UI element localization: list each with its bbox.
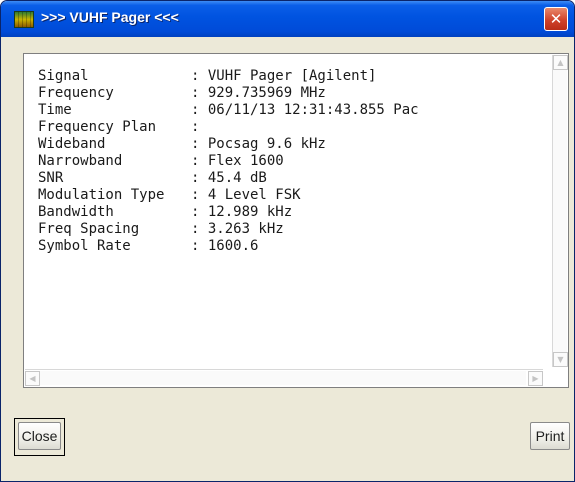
arrow-up-icon[interactable]: ▲	[553, 55, 568, 70]
vertical-scroll-track[interactable]	[553, 70, 567, 352]
info-value: : 1600.6	[191, 238, 259, 254]
info-row-bandwidth: Bandwidth : 12.989 kHz	[38, 204, 419, 221]
close-button[interactable]: Close	[18, 422, 61, 450]
close-icon[interactable]: ✕	[544, 7, 568, 31]
info-row-wideband: Wideband : Pocsag 9.6 kHz	[38, 136, 419, 153]
info-row-frequency: Frequency : 929.735969 MHz	[38, 85, 419, 102]
info-row-freq-spacing: Freq Spacing : 3.263 kHz	[38, 221, 419, 238]
info-row-snr: SNR : 45.4 dB	[38, 170, 419, 187]
arrow-left-icon[interactable]: ◀	[25, 371, 40, 386]
info-row-time: Time : 06/11/13 12:31:43.855 Pac	[38, 102, 419, 119]
info-row-modulation-type: Modulation Type : 4 Level FSK	[38, 187, 419, 204]
scrollbar-corner	[552, 369, 567, 386]
info-value: : 06/11/13 12:31:43.855 Pac	[191, 102, 419, 118]
info-label: Modulation Type	[38, 187, 165, 203]
info-value: : 45.4 dB	[191, 170, 267, 186]
dialog-window: >>> VUHF Pager <<< ✕ Signal : VUHF Pager …	[0, 0, 575, 482]
info-label: SNR	[38, 170, 64, 186]
arrow-right-icon[interactable]: ▶	[528, 371, 543, 386]
info-label: Wideband	[38, 136, 106, 152]
info-label: Bandwidth	[38, 204, 114, 220]
info-value: : 3.263 kHz	[191, 221, 284, 237]
info-value: : Flex 1600	[191, 153, 284, 169]
info-label: Time	[38, 102, 72, 118]
info-value: : VUHF Pager [Agilent]	[191, 68, 377, 84]
info-row-symbol-rate: Symbol Rate : 1600.6	[38, 238, 419, 255]
info-label: Frequency Plan	[38, 119, 157, 135]
window-title: >>> VUHF Pager <<<	[41, 9, 179, 25]
info-label: Symbol Rate	[38, 238, 131, 254]
info-label: Narrowband	[38, 153, 123, 169]
horizontal-scroll-track[interactable]	[40, 371, 526, 385]
info-value: : 929.735969 MHz	[191, 85, 326, 101]
arrow-down-icon[interactable]: ▼	[553, 352, 568, 367]
signal-info-list: Signal : VUHF Pager [Agilent] Frequency : …	[38, 68, 419, 255]
info-row-frequency-plan: Frequency Plan:	[38, 119, 419, 136]
horizontal-scrollbar[interactable]: ◀ ▶	[25, 369, 543, 386]
info-row-narrowband: Narrowband : Flex 1600	[38, 153, 419, 170]
info-label: Frequency	[38, 85, 114, 101]
info-label: Signal	[38, 68, 89, 84]
title-bar[interactable]: >>> VUHF Pager <<< ✕	[1, 1, 574, 37]
spectrum-icon	[14, 11, 34, 28]
info-value: : 4 Level FSK	[191, 187, 301, 203]
signal-info-panel: Signal : VUHF Pager [Agilent] Frequency : …	[23, 53, 569, 388]
info-value: : Pocsag 9.6 kHz	[191, 136, 326, 152]
info-label: Freq Spacing	[38, 221, 140, 237]
print-button[interactable]: Print	[530, 422, 570, 450]
info-row-signal: Signal : VUHF Pager [Agilent]	[38, 68, 419, 85]
vertical-scrollbar[interactable]: ▲ ▼	[552, 55, 568, 367]
info-value: : 12.989 kHz	[191, 204, 293, 220]
default-button-focus-ring: Close	[14, 418, 65, 456]
info-value: :	[191, 119, 200, 135]
